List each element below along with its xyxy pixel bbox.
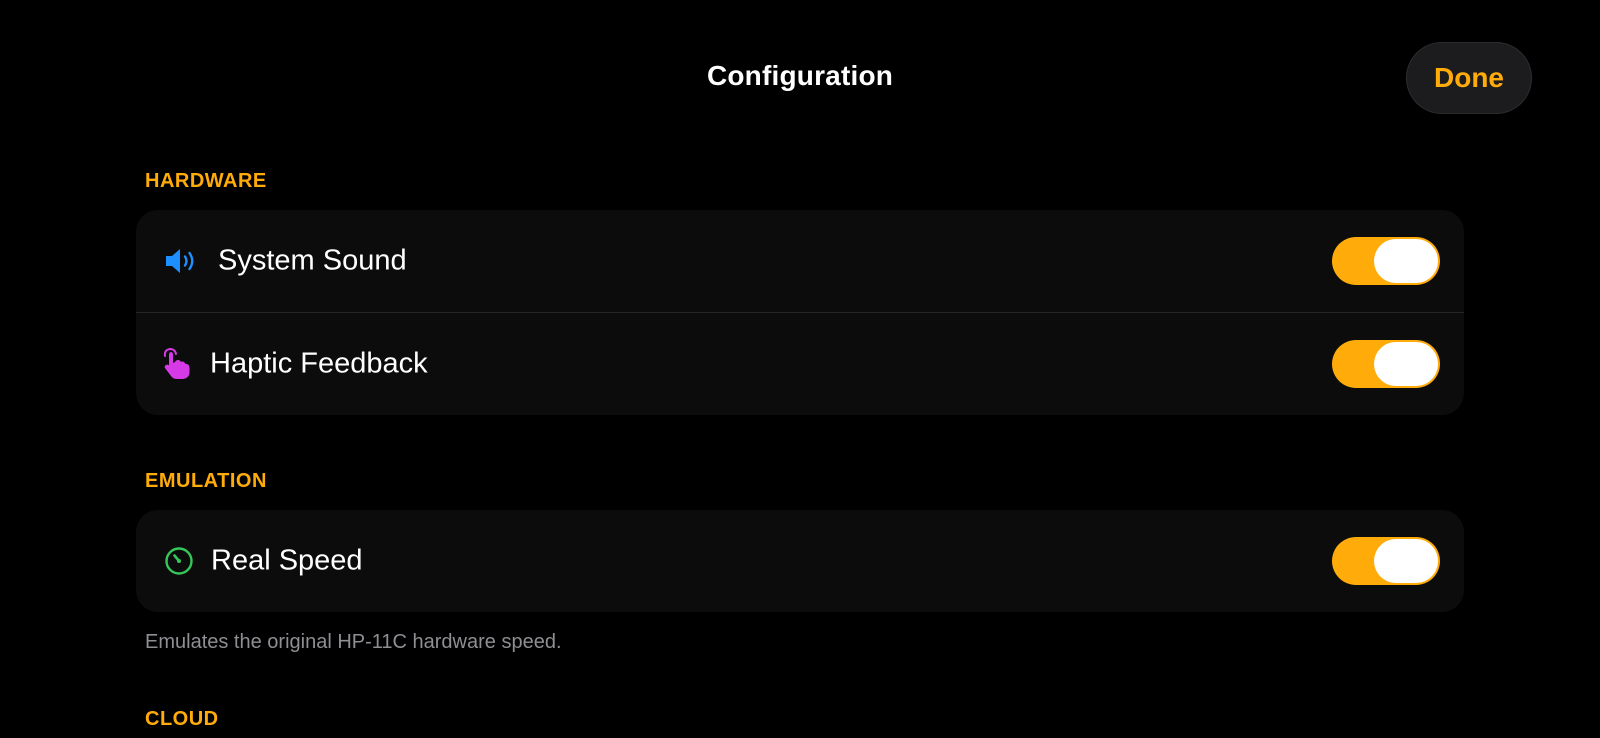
speaker-icon	[164, 247, 200, 275]
toggle-knob	[1374, 239, 1438, 283]
haptic-feedback-label: Haptic Feedback	[210, 347, 428, 380]
configuration-screen: Configuration Done HARDWARE System Sound	[0, 0, 1600, 738]
real-speed-label: Real Speed	[211, 544, 363, 577]
real-speed-toggle[interactable]	[1332, 537, 1440, 585]
system-sound-label: System Sound	[218, 244, 407, 277]
section-header-hardware: HARDWARE	[145, 170, 267, 192]
haptic-feedback-toggle[interactable]	[1332, 340, 1440, 388]
tap-hand-icon	[162, 347, 192, 381]
gauge-icon	[164, 546, 194, 576]
hardware-group: System Sound Haptic Feedback	[136, 210, 1464, 415]
system-sound-row[interactable]: System Sound	[136, 210, 1464, 312]
real-speed-row[interactable]: Real Speed	[136, 510, 1464, 612]
real-speed-footnote: Emulates the original HP-11C hardware sp…	[145, 631, 562, 653]
emulation-group: Real Speed	[136, 510, 1464, 612]
toggle-knob	[1374, 342, 1438, 386]
done-button[interactable]: Done	[1406, 42, 1532, 114]
haptic-feedback-row[interactable]: Haptic Feedback	[136, 312, 1464, 415]
section-header-emulation: EMULATION	[145, 470, 267, 492]
section-header-cloud: CLOUD	[145, 708, 219, 730]
toggle-knob	[1374, 539, 1438, 583]
system-sound-toggle[interactable]	[1332, 237, 1440, 285]
page-title: Configuration	[706, 60, 894, 91]
